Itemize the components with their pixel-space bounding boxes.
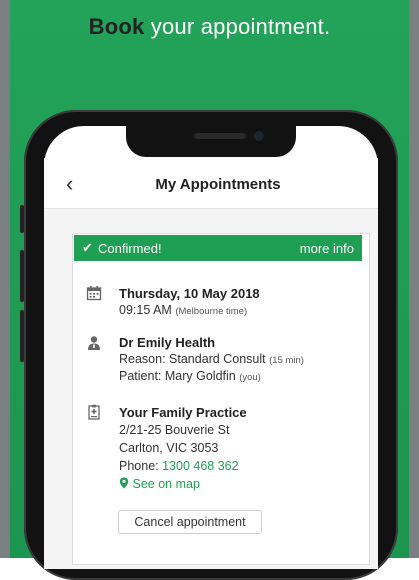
headline-bold: Book — [88, 14, 145, 39]
phone-row: Phone: 1300 468 362 — [119, 459, 239, 473]
speaker-grille — [194, 133, 246, 139]
headline-rest: your appointment. — [144, 14, 331, 39]
page-title: My Appointments — [155, 176, 281, 193]
reason-text: Reason: Standard Consult — [119, 352, 266, 366]
clinic-icon — [88, 404, 100, 420]
calendar-icon — [86, 286, 102, 301]
map-link-text: See on map — [132, 477, 200, 491]
phone-side-button — [20, 205, 24, 233]
phone-notch — [126, 123, 296, 157]
phone-volume-button — [20, 250, 24, 302]
doctor-name: Dr Emily Health — [119, 335, 216, 350]
appointment-time-row: 09:15 AM (Melbourne time) — [119, 303, 247, 317]
patient-row: Patient: Mary Goldfin (you) — [119, 369, 261, 383]
timezone-note: (Melbourne time) — [175, 306, 248, 317]
status-banner: ✔ Confirmed! more info — [74, 235, 362, 261]
doctor-icon — [88, 336, 100, 350]
patient-text: Patient: Mary Goldfin — [119, 369, 236, 383]
appointment-date: Thursday, 10 May 2018 — [119, 286, 260, 301]
more-info-link[interactable]: more info — [300, 241, 354, 256]
see-on-map-link[interactable]: See on map — [119, 477, 200, 491]
check-icon: ✔ — [82, 240, 93, 255]
duration-note: (15 min) — [269, 355, 304, 366]
chevron-left-icon: ‹ — [66, 171, 74, 196]
cancel-appointment-button[interactable]: Cancel appointment — [118, 510, 262, 534]
promo-headline: Book your appointment. — [0, 14, 419, 40]
phone-volume-button — [20, 310, 24, 362]
back-button[interactable]: ‹ — [66, 172, 90, 196]
phone-link[interactable]: 1300 468 362 — [162, 459, 238, 473]
patient-note: (you) — [239, 372, 261, 383]
map-pin-icon — [119, 477, 129, 489]
status-text: Confirmed! — [98, 241, 162, 256]
practice-name: Your Family Practice — [119, 405, 247, 420]
reason-row: Reason: Standard Consult (15 min) — [119, 352, 304, 366]
address-line-2: Carlton, VIC 3053 — [119, 441, 219, 455]
address-line-1: 2/21-25 Bouverie St — [119, 423, 230, 437]
phone-label: Phone: — [119, 459, 159, 473]
front-camera — [254, 131, 264, 141]
appointment-time: 09:15 AM — [119, 303, 172, 317]
